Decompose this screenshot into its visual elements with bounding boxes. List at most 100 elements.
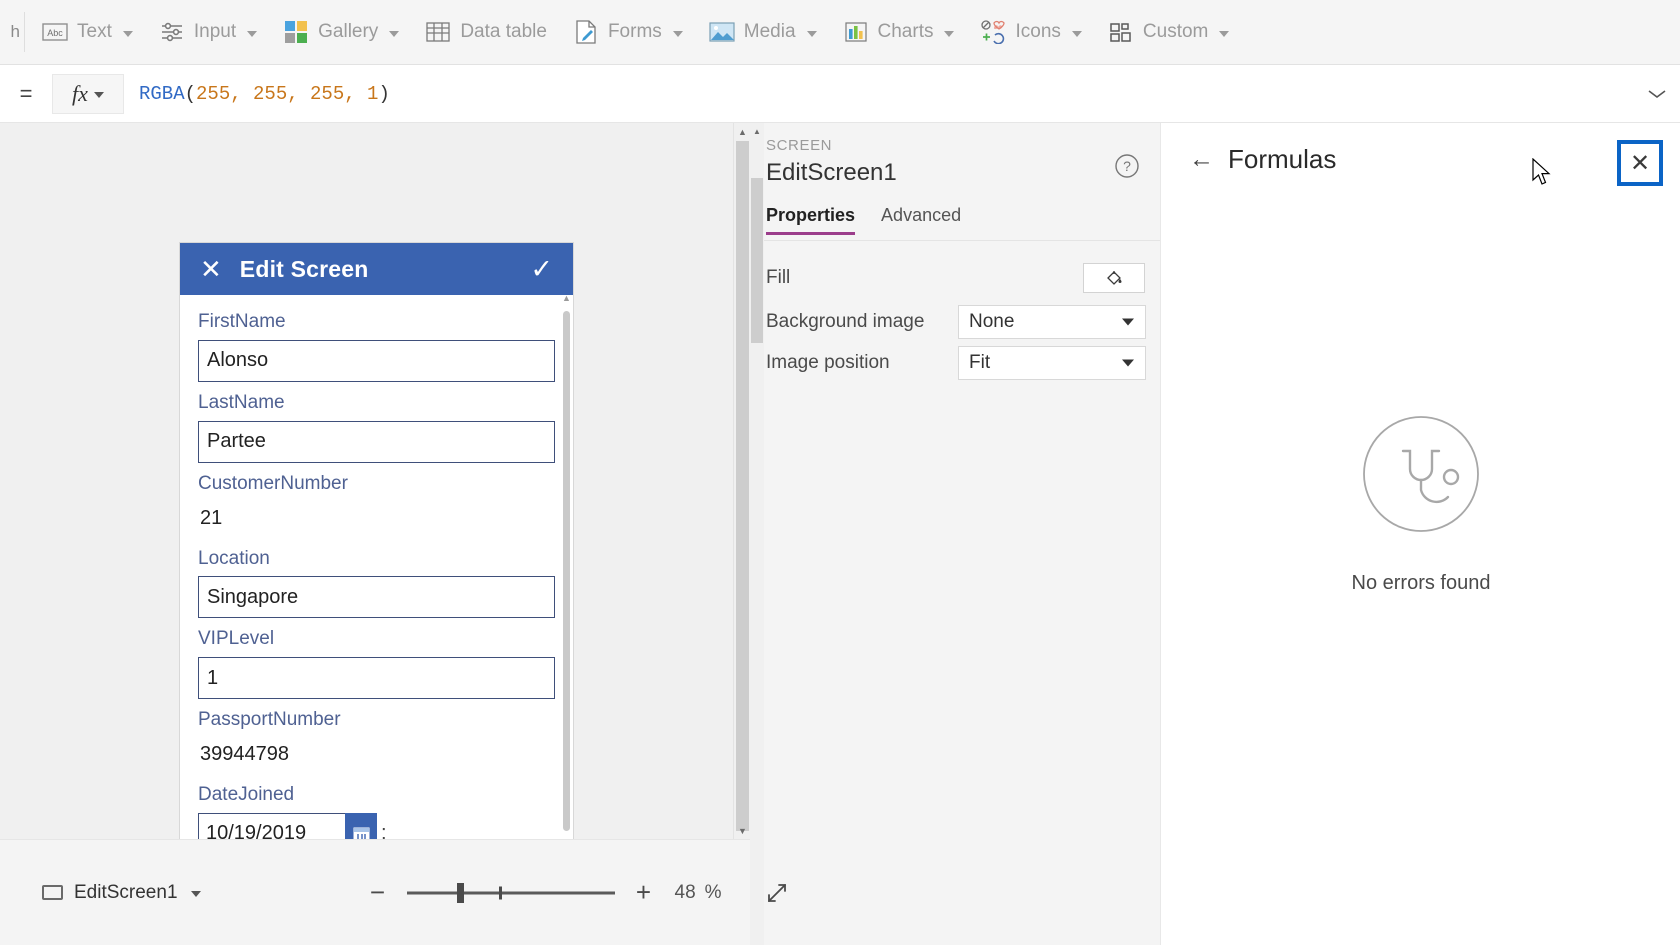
toolbar-item-custom[interactable]: Custom bbox=[1095, 4, 1242, 60]
field-input[interactable]: 1 bbox=[198, 657, 555, 700]
field-label: VIPLevel bbox=[198, 628, 275, 650]
field-input[interactable]: Partee bbox=[198, 420, 555, 463]
scroll-up-icon[interactable]: ▲ bbox=[562, 293, 571, 303]
fx-label: fx bbox=[72, 80, 88, 106]
chevron-down-icon bbox=[1219, 30, 1230, 37]
form-field-location: Location Singapore bbox=[198, 548, 555, 619]
form-field-viplevel: VIPLevel 1 bbox=[198, 628, 555, 700]
formulas-panel-header: ← Formulas bbox=[1161, 123, 1680, 195]
screen-selector-label: EditScreen1 bbox=[74, 881, 178, 903]
zoom-out-button[interactable]: − bbox=[361, 876, 395, 910]
field-value: 39944798 bbox=[200, 743, 289, 766]
field-value: 21 bbox=[200, 506, 223, 529]
checkmark-icon[interactable]: ✓ bbox=[530, 255, 553, 283]
form-field-lastname: LastName Partee bbox=[198, 392, 555, 463]
image-position-dropdown[interactable]: Fit bbox=[958, 346, 1146, 380]
back-arrow-icon[interactable]: ← bbox=[1189, 146, 1214, 172]
chevron-down-icon bbox=[93, 92, 104, 98]
dropdown-value: Fit bbox=[969, 352, 991, 373]
toolbar-item-gallery[interactable]: Gallery bbox=[270, 4, 412, 60]
question-circle-icon[interactable]: ? bbox=[1112, 151, 1142, 181]
formula-expand-button[interactable] bbox=[1634, 71, 1680, 117]
toolbar-item-icons[interactable]: Icons bbox=[967, 4, 1094, 60]
zoom-slider-tick bbox=[498, 886, 502, 899]
toolbar-item-media[interactable]: Media bbox=[696, 4, 830, 60]
formula-arguments: 255, 255, 255, 1 bbox=[196, 82, 379, 105]
no-errors-message: No errors found bbox=[1351, 572, 1491, 594]
close-icon[interactable]: ✕ bbox=[200, 256, 222, 282]
formula-input[interactable]: RGBA(255, 255, 255, 1) bbox=[138, 73, 1624, 115]
screen-rect-icon bbox=[42, 885, 63, 900]
chevron-down-icon bbox=[672, 30, 683, 37]
chevron-down-icon bbox=[190, 891, 201, 897]
properties-scrollbar[interactable]: ▲ bbox=[750, 123, 764, 945]
screen-selector[interactable]: EditScreen1 bbox=[42, 882, 201, 904]
zoom-slider-thumb[interactable] bbox=[456, 882, 464, 903]
formula-paren-open: ( bbox=[184, 82, 197, 105]
zoom-slider[interactable] bbox=[407, 876, 615, 910]
tab-properties[interactable]: Properties bbox=[766, 205, 856, 235]
chevron-down-icon bbox=[1122, 318, 1134, 326]
field-input[interactable]: Alonso bbox=[198, 339, 555, 382]
background-image-dropdown[interactable]: None bbox=[958, 305, 1146, 339]
app-canvas: ✕ Edit Screen ✓ FirstName Alonso LastNam… bbox=[0, 123, 750, 938]
toolbar-item-label: Forms bbox=[607, 21, 662, 42]
svg-text:Abc: Abc bbox=[47, 28, 63, 38]
close-panel-button[interactable]: ✕ bbox=[1617, 140, 1663, 186]
formulas-panel-body: No errors found bbox=[1161, 195, 1680, 945]
toolbar-item-label: Text bbox=[77, 21, 112, 42]
field-label: PassportNumber bbox=[198, 709, 341, 731]
panel-screen-name: EditScreen1 bbox=[766, 159, 897, 186]
formula-paren-close: ) bbox=[378, 82, 390, 105]
form-field-passportnumber: PassportNumber 39944798 bbox=[198, 709, 555, 774]
icons-collection-icon bbox=[980, 19, 1006, 45]
fx-property-selector[interactable]: fx bbox=[52, 73, 124, 114]
canvas-scrollbar[interactable]: ▲ ▼ bbox=[733, 123, 750, 839]
field-label: LastName bbox=[198, 391, 285, 413]
field-label: CustomerNumber bbox=[198, 472, 348, 494]
property-row-image-position: Image position Fit bbox=[766, 342, 1146, 384]
chevron-down-icon bbox=[247, 30, 258, 37]
fill-color-button[interactable] bbox=[1083, 263, 1145, 293]
toolbar-item-label: Icons bbox=[1015, 21, 1061, 42]
custom-blocks-icon bbox=[1108, 19, 1134, 45]
field-label: DateJoined bbox=[198, 784, 295, 806]
tab-advanced[interactable]: Advanced bbox=[881, 205, 961, 235]
property-label: Fill bbox=[766, 267, 791, 288]
zoom-value: 48 bbox=[674, 881, 696, 903]
chevron-down-icon bbox=[806, 30, 817, 37]
properties-scroll-up-icon[interactable]: ▲ bbox=[750, 124, 764, 138]
fit-screen-arrows-icon[interactable] bbox=[760, 876, 794, 910]
tabs-divider bbox=[751, 240, 1160, 241]
canvas-scroll-down-icon[interactable]: ▼ bbox=[734, 822, 751, 839]
canvas-scroll-up-icon[interactable]: ▲ bbox=[734, 123, 751, 140]
toolbar-item-data-table[interactable]: Data table bbox=[412, 4, 560, 60]
form-field-firstname: FirstName Alonso bbox=[198, 311, 555, 382]
panel-tabs: Properties Advanced bbox=[766, 205, 961, 235]
chevron-down-icon bbox=[944, 30, 955, 37]
toolbar-item-charts[interactable]: Charts bbox=[830, 4, 968, 60]
form-scroll-thumb[interactable] bbox=[563, 311, 570, 831]
zoom-in-button[interactable]: + bbox=[627, 876, 661, 910]
chevron-down-icon bbox=[122, 30, 133, 37]
formula-bar: = fx RGBA(255, 255, 255, 1) bbox=[0, 65, 1680, 123]
properties-scroll-thumb[interactable] bbox=[751, 178, 763, 343]
field-label: FirstName bbox=[198, 311, 286, 332]
toolbar-item-text[interactable]: Abc Text bbox=[29, 4, 146, 60]
property-label: Background image bbox=[766, 311, 925, 332]
canvas-scroll-thumb[interactable] bbox=[736, 141, 749, 831]
form-field-customernumber: CustomerNumber 21 bbox=[198, 473, 555, 538]
gallery-grid-icon bbox=[283, 19, 309, 45]
toolbar-item-label: Media bbox=[743, 21, 796, 42]
screen-preview[interactable]: ✕ Edit Screen ✓ FirstName Alonso LastNam… bbox=[180, 243, 573, 938]
formula-function-name: RGBA bbox=[139, 82, 185, 105]
panel-section-label: SCREEN bbox=[766, 137, 833, 154]
toolbar-item-forms[interactable]: Forms bbox=[560, 4, 696, 60]
field-input[interactable]: Singapore bbox=[198, 576, 555, 619]
formulas-panel-title: Formulas bbox=[1228, 143, 1337, 174]
properties-panel: SCREEN EditScreen1 ? Properties Advanced… bbox=[750, 123, 1160, 945]
toolbar-item-input[interactable]: Input bbox=[146, 4, 270, 60]
toolbar-item-label: Input bbox=[193, 21, 237, 42]
abc-text-icon: Abc bbox=[42, 19, 68, 45]
table-grid-icon bbox=[425, 19, 451, 45]
